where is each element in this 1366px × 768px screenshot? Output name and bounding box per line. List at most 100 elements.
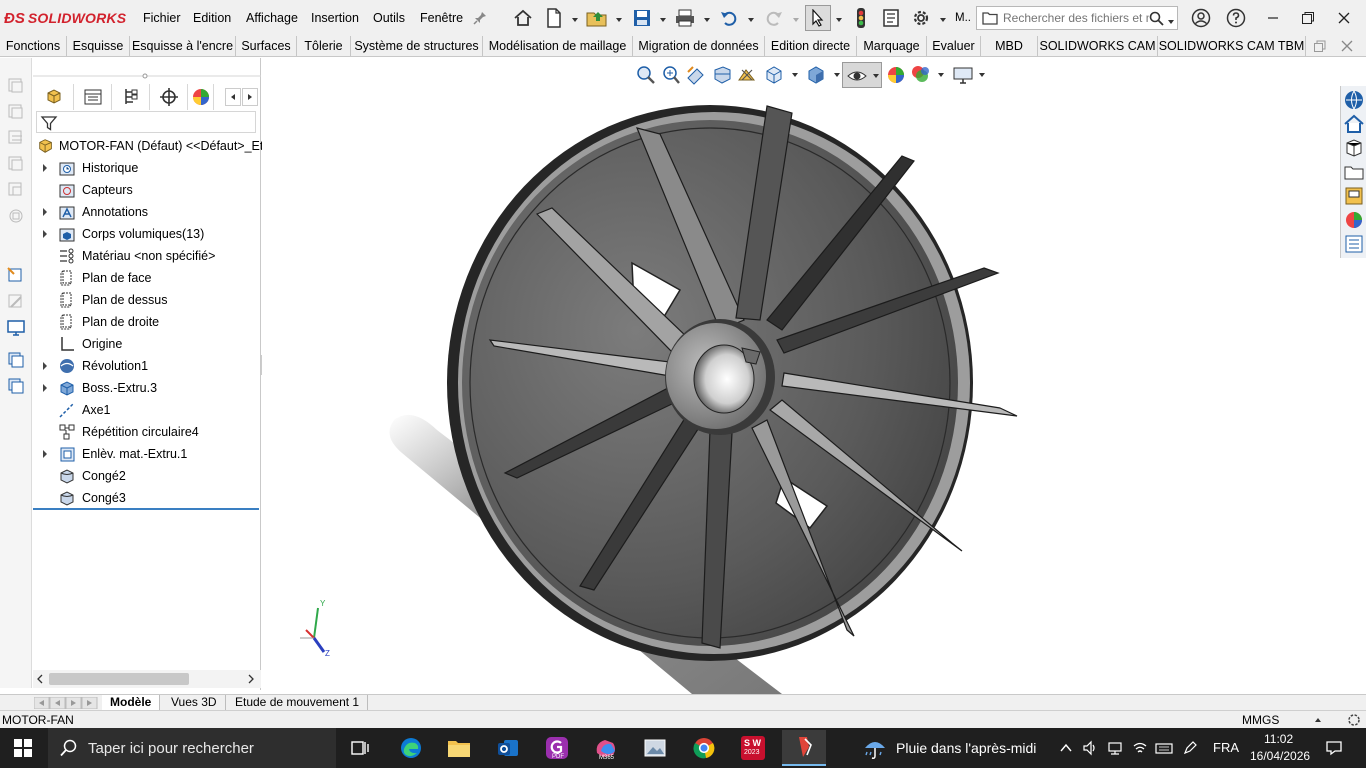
solidworks-resources-icon[interactable] [1343, 89, 1365, 111]
tab-evaluer[interactable]: Evaluer [927, 36, 981, 56]
configuration-manager-tab-icon[interactable] [112, 84, 150, 110]
language-indicator[interactable]: FRA [1213, 740, 1239, 755]
feature-tree-horizontal-scrollbar[interactable] [33, 670, 261, 688]
rebuild-traffic-light-icon[interactable] [849, 6, 873, 30]
status-unit-system[interactable]: MMGS [1242, 713, 1279, 727]
tree-item[interactable]: Révolution1 [33, 355, 261, 377]
print-icon[interactable] [673, 6, 697, 30]
restore-document-icon[interactable] [1313, 39, 1327, 56]
panel-splitter[interactable] [33, 68, 261, 79]
scroll-right-arrow-icon[interactable] [247, 674, 255, 684]
menu-fenetre[interactable]: Fenêtre [420, 11, 463, 25]
pdf-app-icon[interactable]: PDF [538, 732, 576, 764]
tree-item[interactable]: Axe1 [33, 399, 261, 421]
open-folder-icon[interactable] [585, 6, 609, 30]
motor-fan-3d-model[interactable] [262, 58, 1340, 694]
clock-time[interactable]: 11:02 [1264, 732, 1293, 746]
property-manager-tab-icon[interactable] [74, 84, 112, 110]
rollback-bar[interactable] [33, 508, 259, 510]
tree-item[interactable]: Capteurs [33, 179, 261, 201]
notification-center-icon[interactable] [1325, 740, 1343, 756]
part-view-icon[interactable] [6, 128, 26, 148]
view-palette-icon[interactable] [1343, 185, 1365, 207]
tab-solidworks-cam-tbm[interactable]: SOLIDWORKS CAM TBM [1158, 36, 1306, 56]
tab-esquisse-encre[interactable]: Esquisse à l'encre [130, 36, 236, 56]
chrome-browser-icon[interactable] [685, 732, 723, 764]
expand-arrow-icon[interactable] [41, 361, 49, 371]
keyboard-input-icon[interactable] [1155, 740, 1173, 756]
file-explorer-icon[interactable] [1343, 161, 1365, 183]
home-icon[interactable] [1343, 113, 1365, 135]
user-menu[interactable]: M.. [955, 12, 971, 24]
appearances-icon[interactable] [1343, 209, 1365, 231]
display-manager-tab-icon[interactable] [188, 84, 214, 110]
tab-modelisation-maillage[interactable]: Modélisation de maillage [483, 36, 633, 56]
expand-arrow-icon[interactable] [41, 229, 49, 239]
tab-esquisse[interactable]: Esquisse [67, 36, 130, 56]
task-view-icon[interactable] [341, 732, 379, 764]
tree-root-part[interactable]: MOTOR-FAN (Défaut) <<Défaut>_Etat [33, 135, 274, 157]
new-document-icon[interactable] [542, 6, 566, 30]
tabs-scroll-left-icon[interactable] [225, 88, 241, 106]
filter-funnel-icon[interactable] [40, 114, 58, 132]
restore-window-icon[interactable] [1296, 6, 1320, 30]
search-icon[interactable] [1149, 11, 1164, 29]
measure-icon[interactable] [6, 266, 26, 286]
tree-item[interactable]: Origine [33, 333, 261, 355]
chevron-down-icon[interactable] [703, 13, 711, 22]
tab-vues-3d[interactable]: Vues 3D [163, 695, 226, 711]
expand-arrow-icon[interactable] [41, 207, 49, 217]
menu-affichage[interactable]: Affichage [246, 11, 298, 25]
chevron-down-icon[interactable] [747, 13, 755, 22]
undo-icon[interactable] [717, 6, 741, 30]
chevron-down-icon[interactable] [939, 13, 947, 22]
pen-icon[interactable] [1182, 740, 1198, 756]
pin-icon[interactable] [468, 6, 492, 30]
tree-item[interactable]: Plan de droite [33, 311, 261, 333]
tab-solidworks-cam[interactable]: SOLIDWORKS CAM [1038, 36, 1158, 56]
tab-modele[interactable]: Modèle [102, 695, 161, 711]
tab-marquage[interactable]: Marquage [857, 36, 927, 56]
chevron-down-icon[interactable] [571, 13, 579, 22]
tree-item[interactable]: Corps volumiques(13) [33, 223, 261, 245]
chevron-up-icon[interactable] [1314, 716, 1322, 724]
tree-item[interactable]: Enlèv. mat.-Extru.1 [33, 443, 261, 465]
tab-etude-mouvement[interactable]: Etude de mouvement 1 [227, 695, 369, 711]
part-view-icon[interactable] [6, 206, 26, 226]
expand-arrow-icon[interactable] [41, 449, 49, 459]
outlook-icon[interactable] [489, 732, 527, 764]
save-icon[interactable] [630, 6, 654, 30]
expand-arrow-icon[interactable] [41, 163, 49, 173]
dimxpert-tab-icon[interactable] [150, 84, 188, 110]
file-properties-icon[interactable] [879, 6, 903, 30]
part-view-icon[interactable] [6, 154, 26, 174]
speaker-volume-icon[interactable] [1082, 740, 1098, 756]
tab-fonctions[interactable]: Fonctions [0, 36, 67, 56]
tab-edition-directe[interactable]: Edition directe [765, 36, 857, 56]
tool-icon[interactable] [6, 292, 26, 312]
file-explorer-icon[interactable] [440, 732, 478, 764]
tab-mbd[interactable]: MBD [981, 36, 1038, 56]
scroll-thumb[interactable] [49, 673, 189, 685]
custom-properties-icon[interactable] [1343, 233, 1365, 255]
feature-tree-filter[interactable] [36, 111, 256, 133]
minimize-icon[interactable] [1261, 6, 1285, 30]
edge-browser-icon[interactable] [392, 732, 430, 764]
part-view-icon[interactable] [6, 180, 26, 200]
rain-weather-icon[interactable] [862, 737, 888, 761]
menu-edition[interactable]: Edition [193, 11, 231, 25]
search-box[interactable] [976, 6, 1178, 30]
chevron-down-icon[interactable] [615, 13, 623, 22]
tab-surfaces[interactable]: Surfaces [236, 36, 297, 56]
menu-fichier[interactable]: Fichier [143, 11, 181, 25]
tree-item[interactable]: Plan de dessus [33, 289, 261, 311]
chevron-up-icon[interactable] [1060, 743, 1072, 753]
clock-date[interactable]: 16/04/2026 [1250, 749, 1310, 763]
chevron-down-icon[interactable] [1167, 15, 1175, 29]
expand-arrow-icon[interactable] [41, 383, 49, 393]
close-icon[interactable] [1332, 6, 1356, 30]
part-view-icon[interactable] [6, 76, 26, 96]
menu-insertion[interactable]: Insertion [311, 11, 359, 25]
tab-systeme-structures[interactable]: Système de structures [351, 36, 483, 56]
search-input[interactable] [1003, 10, 1149, 26]
